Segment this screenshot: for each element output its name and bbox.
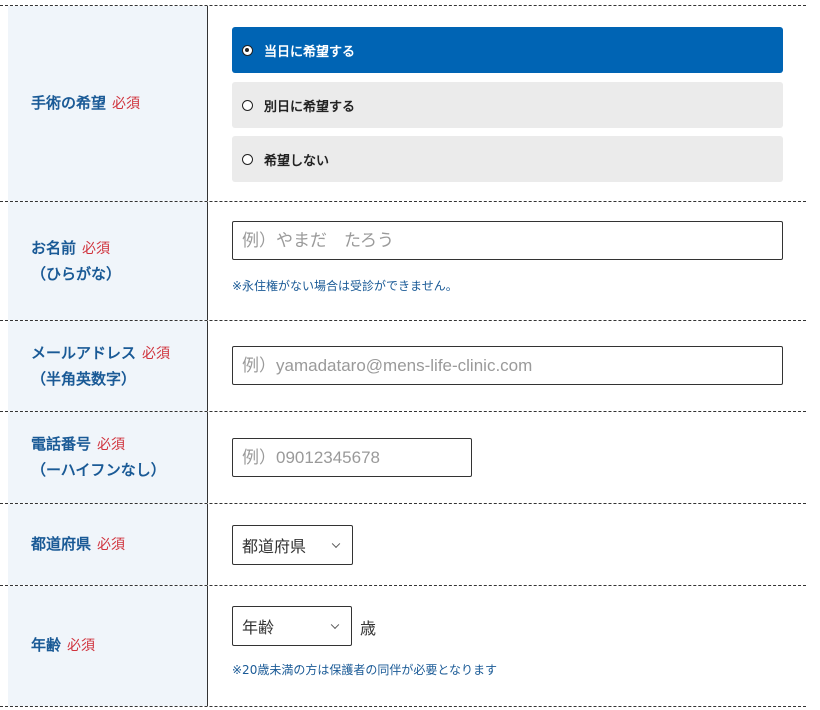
age-unit-label: 歳 [360,619,377,638]
age-note: ※20歳未満の方は保護者の同伴が必要となります [232,663,497,677]
chevron-down-icon [330,620,340,630]
radio-option-same-day[interactable]: 当日に希望する [232,27,783,73]
row-prefecture: 都道府県 必須 都道府県 [0,504,806,586]
label-cell-phone: 電話番号 必須 （ーハイフンなし） [8,412,208,503]
label-cell-email: メールアドレス 必須 （半角英数字） [8,321,208,411]
input-cell-age: 年齢 歳 ※20歳未満の方は保護者の同伴が必要となります [232,586,806,706]
radio-option-label: 別日に希望する [264,99,356,115]
row-email: メールアドレス 必須 （半角英数字） [0,321,806,412]
field-sublabel-phone: （ーハイフンなし） [31,461,166,479]
prefecture-select-value: 都道府県 [242,537,307,556]
required-badge: 必須 [142,345,171,362]
chevron-down-icon [331,539,341,549]
row-age: 年齢 必須 年齢 歳 ※20歳未満の方は保護者の同伴が必要となります [0,586,806,707]
radio-checked-icon [242,44,253,56]
label-cell-surgery: 手術の希望 必須 [8,6,208,201]
row-phone: 電話番号 必須 （ーハイフンなし） [0,412,806,504]
input-cell-email [232,321,806,411]
consultation-form: 手術の希望 必須 当日に希望する 別日に希望する 希望しない お名前 必須 （ひらが… [0,0,820,710]
prefecture-select[interactable]: 都道府県 [232,525,353,565]
name-input[interactable] [232,221,783,260]
input-cell-phone [232,412,806,503]
label-cell-name: お名前 必須 （ひらがな） [8,202,208,320]
row-name: お名前必須 （ひらがな） ※永住権がない場合は受診ができません。 [0,202,806,321]
input-cell-prefecture: 都道府県 [232,504,806,585]
input-cell-name: ※永住権がない場合は受診ができません。 [232,202,806,320]
radio-option-label: 当日に希望する [264,44,356,60]
radio-unchecked-icon [242,153,253,165]
field-sublabel-email: （半角英数字） [31,369,137,388]
field-label-email: メールアドレス 必須 [31,343,171,362]
age-select[interactable]: 年齢 [232,606,352,646]
row-surgery: 手術の希望 必須 当日に希望する 別日に希望する 希望しない [0,5,806,202]
radio-option-label: 希望しない [264,153,330,169]
radio-option-other-day[interactable]: 別日に希望する [232,82,783,128]
label-cell-age: 年齢 必須 [8,586,208,706]
required-badge: 必須 [112,95,141,112]
radio-option-no-surgery[interactable]: 希望しない [232,136,783,182]
field-label-surgery: 手術の希望 必須 [31,93,141,112]
field-sublabel-name: （ひらがな） [31,264,122,283]
required-badge: 必須 [67,638,96,654]
required-badge: 必須 [82,240,111,257]
surgery-radio-group: 当日に希望する 別日に希望する 希望しない [232,6,806,201]
name-note: ※永住権がない場合は受診ができません。 [232,279,458,293]
label-cell-prefecture: 都道府県 必須 [8,504,208,585]
required-badge: 必須 [97,536,126,553]
radio-unchecked-icon [242,99,253,111]
phone-input[interactable] [232,438,472,477]
field-label-name: お名前 必須 [31,238,111,257]
age-select-value: 年齢 [242,618,275,637]
email-input[interactable] [232,346,783,385]
required-badge: 必須 [97,437,126,453]
field-label-phone: 電話番号 必須 [31,435,126,453]
field-label-prefecture: 都道府県 必須 [31,534,126,553]
field-label-age: 年齢 必須 [31,636,96,654]
